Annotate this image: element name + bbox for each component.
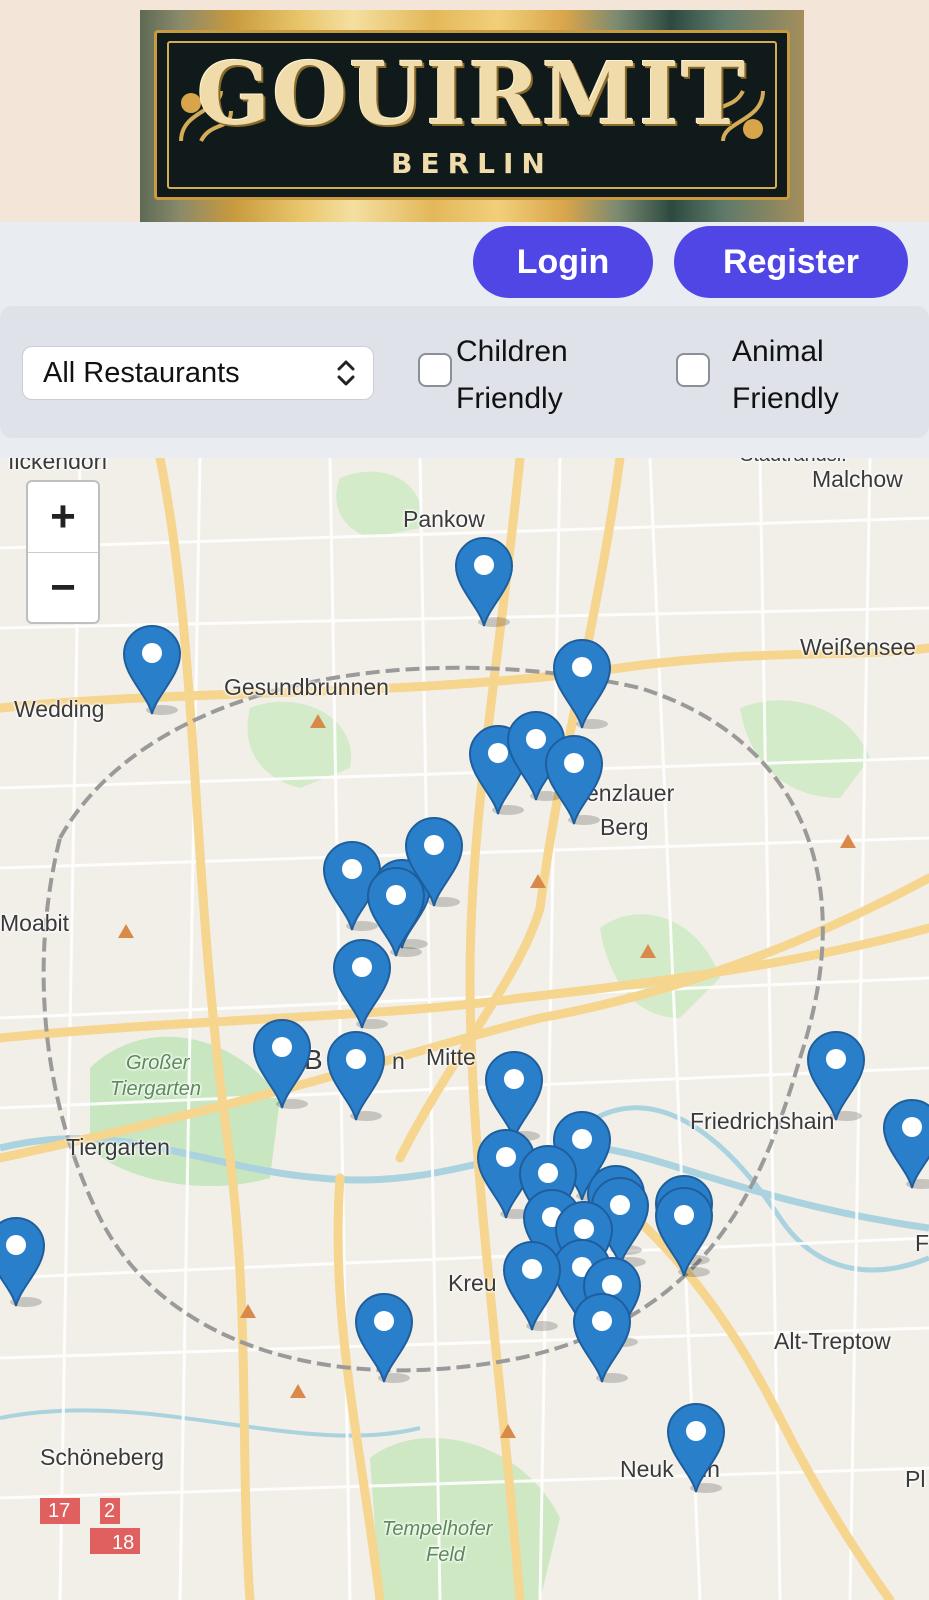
logo-subtitle: BERLIN <box>391 147 553 180</box>
map-label-tempelhofer: Tempelhofer <box>382 1518 493 1540</box>
restaurant-marker-icon[interactable] <box>0 1216 46 1308</box>
road-badge-17: 17 <box>48 1500 71 1522</box>
map-label-pl-edge: Pl <box>905 1466 926 1492</box>
restaurant-marker-icon[interactable] <box>544 734 604 826</box>
restaurant-marker-icon[interactable] <box>454 536 514 628</box>
login-button[interactable]: Login <box>473 226 653 298</box>
logo-title: GOUIRMIT <box>196 44 748 145</box>
restaurant-marker-icon[interactable] <box>122 624 182 716</box>
map-label-mitte: Mitte <box>426 1044 476 1070</box>
children-friendly-label: Children Friendly <box>456 335 568 415</box>
map-label-kreuzberg: Kreu <box>448 1270 497 1296</box>
restaurant-marker-icon[interactable] <box>354 1292 414 1384</box>
restaurant-marker-icon[interactable] <box>806 1030 866 1122</box>
road-badge-2: 2 <box>104 1500 116 1522</box>
restaurant-marker-icon[interactable] <box>502 1240 562 1332</box>
restaurant-marker-icon[interactable] <box>572 1292 632 1384</box>
map-label-pankow: Pankow <box>403 506 485 532</box>
map-label-malchow: Malchow <box>812 466 903 492</box>
map-label-schoeneberg: Schöneberg <box>40 1444 165 1470</box>
children-friendly-checkbox[interactable] <box>418 353 452 387</box>
map-label-grosser: Großer <box>126 1052 190 1074</box>
map-label-wedding: Wedding <box>14 696 105 722</box>
restaurant-marker-icon[interactable] <box>332 938 392 1030</box>
restaurant-marker-icon[interactable] <box>326 1030 386 1122</box>
map-label-tiergarten: Tiergarten <box>66 1134 170 1160</box>
restaurant-select-value: All Restaurants <box>43 356 240 389</box>
road-badge-18: 18 <box>112 1532 135 1554</box>
map-label-gesundbrunnen: Gesundbrunnen <box>224 674 389 700</box>
select-chevron-icon <box>337 360 355 386</box>
logo-plate: GOUIRMIT BERLIN <box>154 30 790 200</box>
restaurant-type-select[interactable]: All Restaurants <box>22 346 374 400</box>
map-label-f-edge: F <box>915 1230 929 1256</box>
restaurant-map[interactable]: ıickendorf Stadtrandsi. Malchow Pankow W… <box>0 458 929 1600</box>
map-label-moabit: Moabit <box>0 910 70 936</box>
register-button[interactable]: Register <box>674 226 908 298</box>
map-label-tiergarten-park: Tiergarten <box>110 1078 201 1100</box>
map-label-reinickendorf: ıickendorf <box>8 458 108 474</box>
map-label-berg: Berg <box>600 814 649 840</box>
gourmet-berlin-logo: GOUIRMIT BERLIN <box>140 10 804 222</box>
restaurant-marker-icon[interactable] <box>882 1098 929 1190</box>
restaurant-marker-icon[interactable] <box>666 1402 726 1494</box>
map-label-weissensee: Weißensee <box>800 634 916 660</box>
restaurant-marker-icon[interactable] <box>654 1186 714 1278</box>
zoom-out-button[interactable]: − <box>28 553 98 623</box>
zoom-in-button[interactable]: + <box>28 482 98 553</box>
map-label-alt-treptow: Alt-Treptow <box>774 1328 891 1354</box>
animal-friendly-label: Animal Friendly <box>732 335 839 415</box>
animal-friendly-checkbox[interactable] <box>676 353 710 387</box>
header: GOUIRMIT BERLIN <box>0 0 929 222</box>
zoom-control: + − <box>26 480 100 624</box>
map-label-berlin-n: n <box>392 1048 405 1074</box>
filter-bar: All Restaurants Children Friendly Animal F… <box>0 306 929 438</box>
restaurant-marker-icon[interactable] <box>252 1018 312 1110</box>
map-label-feld: Feld <box>426 1544 465 1566</box>
